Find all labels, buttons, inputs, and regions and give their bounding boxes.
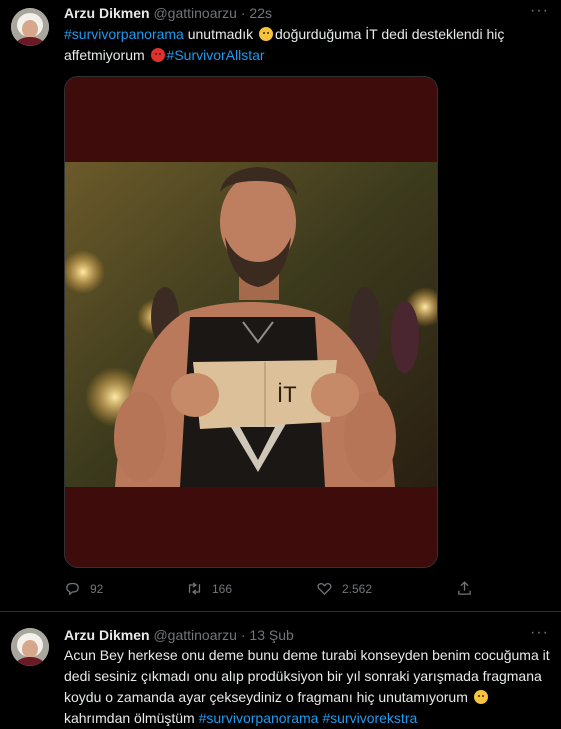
sign-text: İT <box>277 382 297 407</box>
tweet-media-photo[interactable]: İT <box>64 76 438 568</box>
timestamp[interactable]: 13 Şub <box>249 627 293 643</box>
retweet-count: 166 <box>212 581 233 596</box>
share-icon <box>458 581 471 595</box>
tweet-actions: 92 166 2.562 <box>64 580 504 600</box>
author-handle[interactable]: @gattinoarzu <box>153 5 236 21</box>
sad-face-icon <box>473 690 488 704</box>
share-button[interactable] <box>456 580 473 597</box>
tweet-1[interactable]: Arzu Dikmen @gattinoarzu · 22s ··· #surv… <box>0 0 561 612</box>
separator: · <box>240 5 246 21</box>
tweet-text: #survivorpanorama unutmadık doğurduğuma … <box>64 24 544 66</box>
retweet-button[interactable]: 166 <box>186 580 232 597</box>
separator: · <box>240 627 246 643</box>
tweet-2[interactable]: Arzu Dikmen @gattinoarzu · 13 Şub ··· Ac… <box>0 612 561 726</box>
author-name[interactable]: Arzu Dikmen <box>64 5 150 21</box>
reply-icon <box>66 582 79 596</box>
text-segment: unutmadık <box>183 26 257 42</box>
retweet-icon <box>188 582 201 595</box>
author-name[interactable]: Arzu Dikmen <box>64 627 150 643</box>
hashtag-link[interactable]: #survivorpanorama <box>64 26 184 42</box>
like-count: 2.562 <box>342 581 373 596</box>
reply-count: 92 <box>90 581 104 596</box>
timestamp[interactable]: 22s <box>249 5 272 21</box>
sad-face-icon <box>259 27 273 41</box>
avatar-image <box>11 8 49 46</box>
tweet-header: Arzu Dikmen @gattinoarzu · 13 Şub <box>64 626 294 644</box>
tweet-text: Acun Bey herkese onu deme bunu deme tura… <box>64 645 552 729</box>
author-handle[interactable]: @gattinoarzu <box>153 627 236 643</box>
avatar-image <box>11 628 49 666</box>
more-options-icon[interactable]: ··· <box>530 2 549 20</box>
more-options-icon[interactable]: ··· <box>530 624 549 642</box>
heart-icon <box>317 582 332 596</box>
avatar[interactable] <box>11 628 49 666</box>
reply-button[interactable]: 92 <box>64 580 103 597</box>
tweet-header: Arzu Dikmen @gattinoarzu · 22s <box>64 4 272 22</box>
hashtag-link[interactable]: #SurvivorAllstar <box>167 47 265 63</box>
avatar[interactable] <box>11 8 49 46</box>
photo-illustration: İT <box>65 77 437 567</box>
like-button[interactable]: 2.562 <box>316 580 372 597</box>
angry-face-icon <box>150 48 165 62</box>
